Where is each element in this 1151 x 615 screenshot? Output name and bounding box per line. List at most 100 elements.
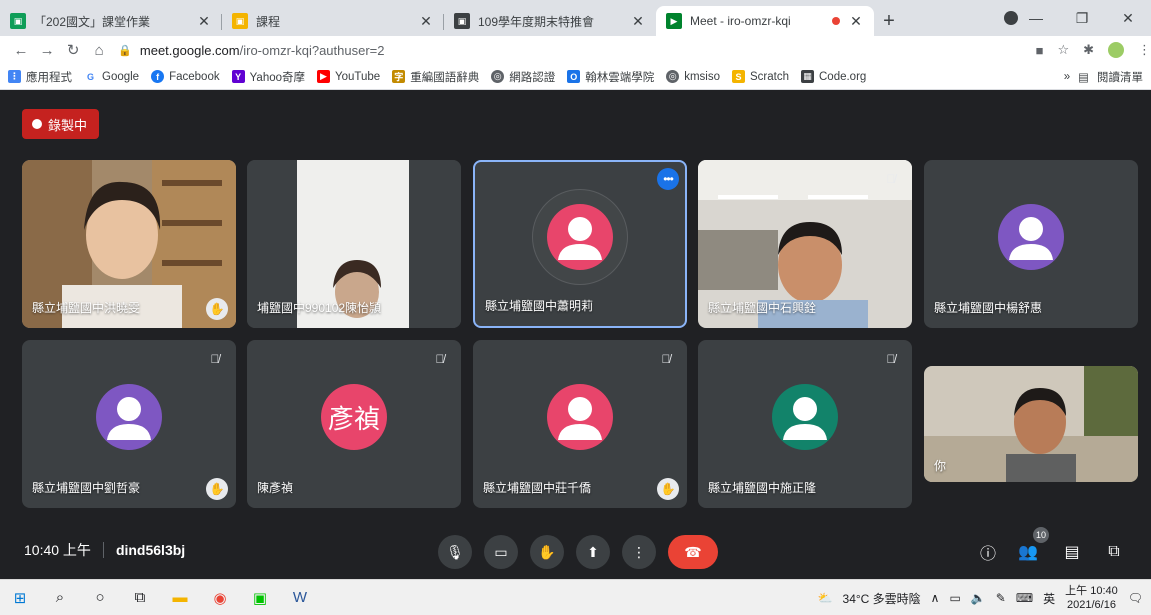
bookmark-label: YouTube [335, 70, 381, 83]
volume-icon[interactable]: 🔈 [971, 591, 986, 605]
more-bookmarks-button[interactable]: » [1064, 71, 1070, 83]
clock[interactable]: 上午 10:40 2021/6/16 [1065, 584, 1118, 612]
bookmark-network-auth[interactable]: ◎ 網路認證 [491, 69, 555, 85]
close-tab-icon[interactable]: ✕ [848, 13, 864, 30]
avatar [547, 384, 613, 450]
bookmark-label: 應用程式 [26, 71, 72, 84]
bookmark-dictionary[interactable]: 字重編國語辭典 [392, 69, 479, 85]
participant-tile-speaking[interactable]: ••• 縣立埔鹽國中蕭明莉 [473, 160, 687, 328]
chat-icon[interactable]: ▤ [1058, 538, 1086, 566]
tray-overflow-icon[interactable]: ∧ [931, 591, 940, 605]
chrome-icon[interactable]: ◉ [200, 580, 240, 615]
clock-date: 2021/6/16 [1067, 599, 1116, 611]
meet-stage: 錄製中 縣立埔鹽國中洪曉雯 ✋ 埔鹽國中990102陳怡頴 ••• 縣立埔鹽國中… [0, 91, 1151, 579]
recording-label: 錄製中 [48, 117, 88, 133]
menu-icon[interactable]: ⋮ [1138, 42, 1151, 58]
tab-title: 「202國文」課堂作業 [34, 14, 151, 29]
tab-title: Meet - iro-omzr-kqi [690, 14, 791, 28]
cortana-icon[interactable]: ○ [80, 580, 120, 615]
task-view-icon[interactable]: ⧉ [120, 580, 160, 615]
leave-call-button[interactable]: ☎ [668, 535, 718, 569]
meet-icon: ▶ [666, 13, 682, 29]
windows-taskbar: ⊞ ⌕ ○ ⧉ ▬ ◉ ▣ W ⛅ 34°C 多雲時陰 ∧ ▭ 🔈 ✎ ⌨ 英 … [0, 579, 1151, 615]
close-tab-icon[interactable]: ✕ [418, 13, 434, 30]
close-window-icon[interactable]: ✕ [1105, 10, 1151, 27]
file-explorer-icon[interactable]: ▬ [160, 580, 200, 615]
line-icon[interactable]: ▣ [240, 580, 280, 615]
bookmark-kmsiso[interactable]: ◎ kmsiso [666, 70, 720, 83]
bookmark-codeorg[interactable]: ▦ Code.org [801, 70, 866, 83]
restore-icon[interactable]: ❐ [1059, 10, 1105, 27]
browser-tab-1[interactable]: ▣ 「202國文」課堂作業 ✕ [0, 6, 222, 36]
browser-tab-meet[interactable]: ▶ Meet - iro-omzr-kqi ✕ [656, 6, 874, 36]
apps-grid-icon: ⋮ [8, 70, 21, 83]
more-options-button[interactable]: ⋮ [622, 535, 656, 569]
raise-hand-button[interactable]: ✋ [530, 535, 564, 569]
windows-start-icon[interactable]: ⊞ [0, 580, 40, 615]
participant-tile[interactable]: 縣立埔鹽國中洪曉雯 ✋ [22, 160, 236, 328]
word-icon[interactable]: W [280, 580, 320, 615]
participant-tile[interactable]: 🎙̸ 縣立埔鹽國中劉哲豪 ✋ [22, 340, 236, 508]
present-screen-button[interactable]: ⬆ [576, 535, 610, 569]
weather-text[interactable]: 34°C 多雲時陰 [843, 590, 921, 607]
facebook-icon: f [151, 70, 165, 83]
close-tab-icon[interactable]: ✕ [630, 13, 646, 30]
new-tab-button[interactable]: + [874, 6, 904, 36]
avatar [547, 204, 613, 270]
more-options-button[interactable]: ••• [657, 168, 679, 190]
raised-hand-icon: ✋ [206, 298, 228, 320]
participants-count-badge: 10 [1033, 527, 1049, 543]
activities-icon[interactable]: ⧉ [1100, 538, 1128, 566]
address-bar-row: ← → ↻ ⌂ 🔒 meet.google.com/iro-omzr-kqi?a… [0, 36, 1151, 64]
pen-icon[interactable]: ✎ [996, 591, 1006, 605]
meeting-details-icon[interactable]: ⓘ [974, 538, 1002, 566]
url-path: /iro-omzr-kqi?authuser=2 [239, 42, 385, 58]
toolbar-icons: ■ ☆ ✱ ⋮ [1036, 42, 1151, 58]
microphone-button[interactable]: 🎙 [438, 535, 472, 569]
search-icon[interactable]: ⌕ [40, 580, 80, 615]
minimize-icon[interactable]: — [1013, 10, 1059, 26]
mic-off-icon: 🎙̸ [210, 352, 220, 366]
extensions-icon[interactable]: ✱ [1083, 42, 1094, 58]
notifications-icon[interactable]: 🗨 [1128, 591, 1143, 605]
reading-list-button[interactable]: 閱讀清單 [1097, 69, 1143, 85]
participant-tile[interactable]: 彥禎 🎙̸ 陳彥禎 [247, 340, 461, 508]
avatar[interactable] [1108, 42, 1125, 58]
participant-tile[interactable]: 縣立埔鹽國中楊舒惠 [924, 160, 1138, 328]
participant-tile[interactable]: 🎙̸ 縣立埔鹽國中莊千僑 ✋ [473, 340, 687, 508]
bookmark-star-icon[interactable]: ☆ [1057, 42, 1069, 58]
forward-icon[interactable]: → [34, 42, 60, 59]
system-tray: ⛅ 34°C 多雲時陰 ∧ ▭ 🔈 ✎ ⌨ 英 上午 10:40 2021/6/… [818, 580, 1143, 615]
browser-tab-3[interactable]: ▣ 109學年度期末特推會 ✕ [444, 6, 656, 36]
bookmark-google[interactable]: G Google [84, 70, 139, 83]
keyboard-icon[interactable]: ⌨ [1016, 591, 1033, 605]
scratch-icon: S [732, 70, 745, 83]
participant-tile[interactable]: 🎙̸ 縣立埔鹽國中石興銓 [698, 160, 912, 328]
camera-indicator-icon[interactable]: ■ [1036, 43, 1044, 58]
battery-icon[interactable]: ▭ [949, 591, 960, 605]
mic-off-icon: 🎙̸ [435, 352, 445, 366]
bookmark-hanlin[interactable]: O 翰林雲端學院 [567, 69, 654, 85]
self-video [924, 366, 1138, 482]
participant-tile[interactable]: 埔鹽國中990102陳怡頴 [247, 160, 461, 328]
home-icon[interactable]: ⌂ [86, 42, 112, 59]
bookmark-scratch[interactable]: S Scratch [732, 70, 789, 83]
avatar [998, 204, 1064, 270]
ime-indicator[interactable]: 英 [1043, 590, 1055, 607]
bookmark-label: Scratch [750, 70, 789, 83]
camera-button[interactable]: ▭ [484, 535, 518, 569]
url-field[interactable]: 🔒 meet.google.com/iro-omzr-kqi?authuser=… [118, 38, 1029, 62]
bookmark-youtube[interactable]: ▶ YouTube [317, 70, 380, 83]
reload-icon[interactable]: ↻ [60, 41, 86, 59]
bookmark-facebook[interactable]: f Facebook [151, 70, 220, 83]
browser-tab-2[interactable]: ▣ 課程 ✕ [222, 6, 444, 36]
bookmark-yahoo[interactable]: Y Yahoo奇摩 [231, 69, 305, 85]
google-icon: G [84, 70, 97, 83]
participant-tile[interactable]: 🎙̸ 縣立埔鹽國中施正隆 [698, 340, 912, 508]
bookmark-apps[interactable]: ⋮ 應用程式 [8, 69, 72, 85]
classroom-icon: ▣ [454, 13, 470, 29]
close-tab-icon[interactable]: ✕ [196, 13, 212, 30]
bookmark-label: Code.org [819, 70, 867, 83]
back-icon[interactable]: ← [8, 42, 34, 59]
self-view-tile[interactable]: 你 [924, 366, 1138, 482]
